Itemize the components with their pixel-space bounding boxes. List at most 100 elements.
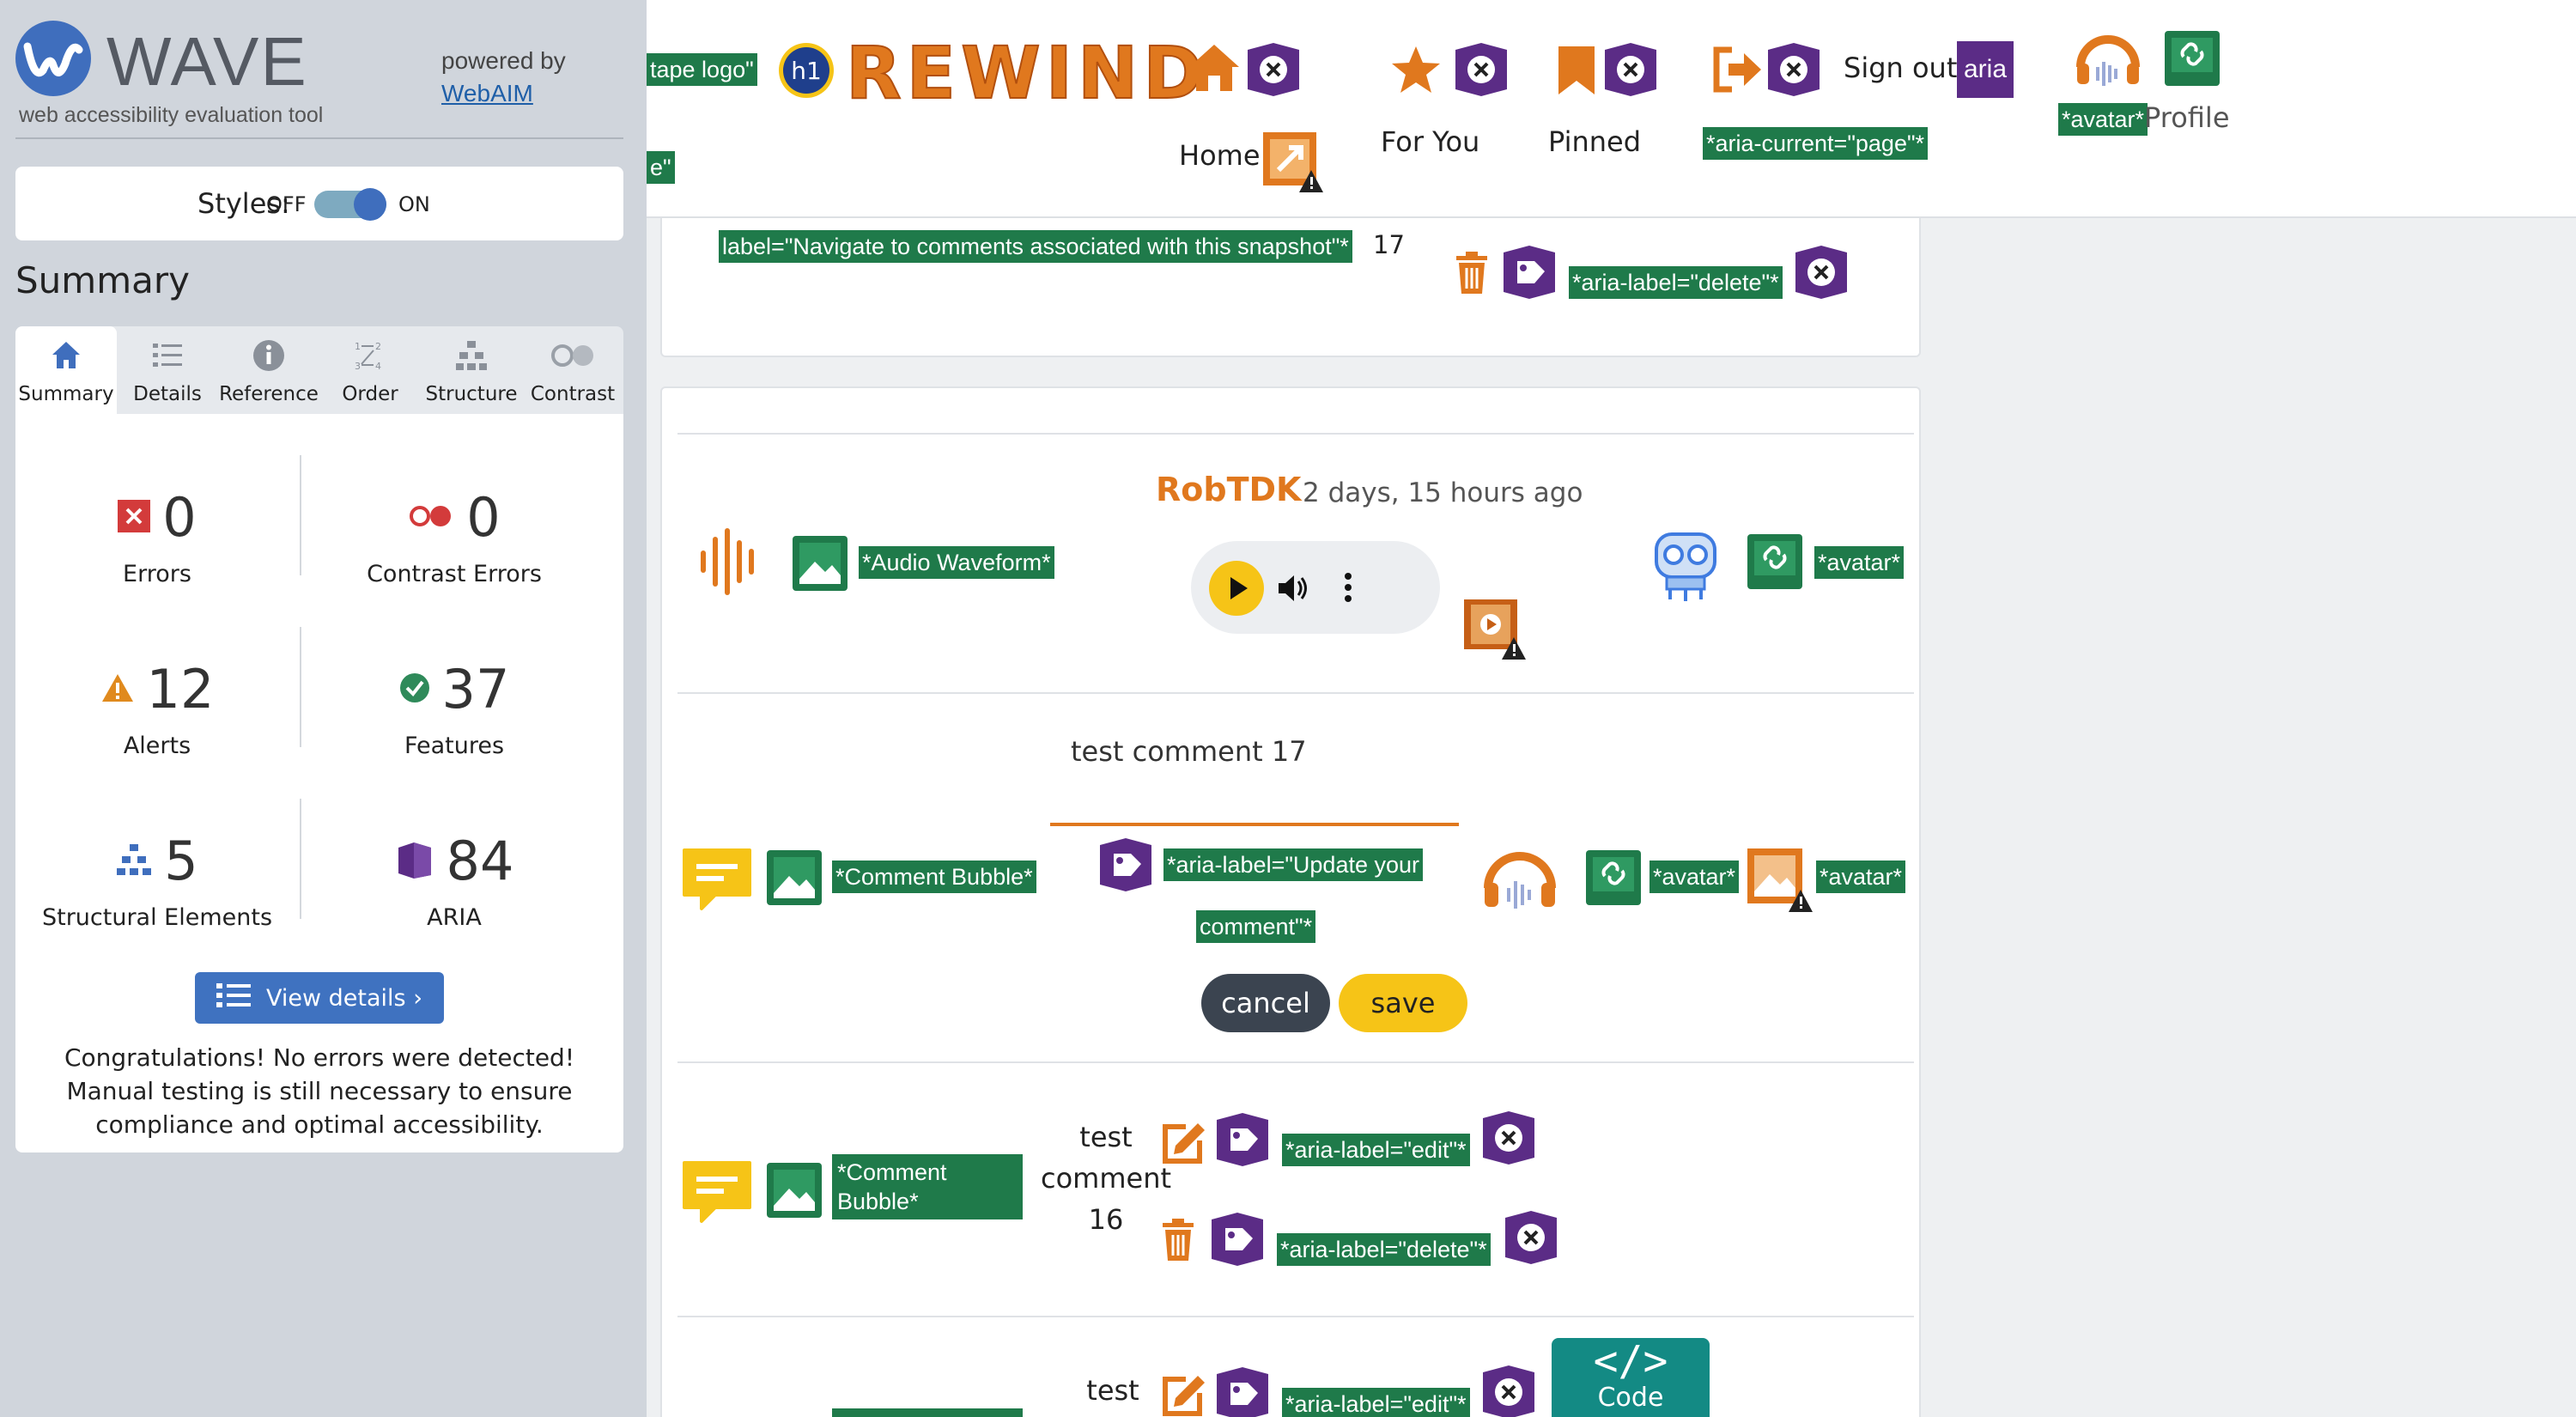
tab-details[interactable]: Details — [117, 326, 218, 414]
more-options-icon[interactable] — [1344, 572, 1352, 606]
structure-icon — [454, 338, 489, 378]
wave-label-aria-current: *aria-current="page"* — [1703, 127, 1929, 160]
brand-logo[interactable]: REWIND — [845, 30, 1208, 116]
code-icon: </> — [1593, 1337, 1668, 1385]
aria-label: ARIA — [427, 904, 482, 931]
errors-count: 0 — [162, 486, 197, 549]
wave-subtitle: web accessibility evaluation tool — [19, 103, 324, 127]
comment-edit-input[interactable] — [1050, 718, 1459, 826]
aria-label-tag-icon — [1213, 1111, 1272, 1171]
styles-toggle[interactable] — [314, 188, 386, 221]
trash-icon[interactable] — [1160, 1218, 1196, 1266]
order-icon: 1 2 3 4 — [353, 338, 387, 378]
alerts-count: 12 — [146, 658, 215, 721]
nav-for-you-label[interactable]: For You — [1381, 125, 1479, 158]
edit-icon[interactable] — [1160, 1372, 1208, 1417]
wave-label-update-comment-1: *aria-label="Update your — [1163, 848, 1424, 881]
aria-count: 84 — [446, 830, 514, 892]
aria-label-tag-icon — [1097, 836, 1155, 897]
stat-divider — [300, 455, 301, 575]
wave-logo-text: WAVE — [106, 23, 308, 100]
tab-label: Details — [133, 383, 202, 405]
save-button[interactable]: save — [1339, 974, 1467, 1032]
trash-icon[interactable] — [1454, 251, 1490, 299]
check-icon — [399, 672, 430, 707]
structural-label: Structural Elements — [41, 904, 273, 931]
contrast-error-icon — [408, 503, 454, 532]
close-icon — [1601, 41, 1660, 101]
bookmark-icon[interactable] — [1557, 45, 1596, 100]
features-label: Features — [404, 733, 505, 759]
list-icon — [150, 338, 185, 378]
nav-profile-label[interactable]: Profile — [2144, 101, 2230, 134]
view-details-label: View details › — [266, 984, 422, 1012]
sign-out-icon[interactable] — [1711, 46, 1763, 96]
edit-icon[interactable] — [1160, 1120, 1208, 1170]
headphones-avatar-icon — [1481, 840, 1558, 917]
comment-count: 17 — [1373, 230, 1405, 259]
divider — [677, 1316, 1914, 1317]
wave-label-tape-logo: tape logo" — [647, 53, 757, 86]
close-icon — [1765, 41, 1823, 101]
view-details-button[interactable]: View details › — [195, 972, 444, 1024]
svg-text:3: 3 — [355, 361, 361, 372]
wave-label-delete: *aria-label="delete"* — [1277, 1233, 1491, 1266]
summary-heading: Summary — [15, 259, 190, 301]
summary-panel: 0 Errors 0 Contrast Errors 12 Alerts 37 … — [15, 414, 623, 1152]
stat-alerts[interactable]: 12 Alerts — [15, 658, 299, 759]
features-count: 37 — [441, 658, 510, 721]
powered-by-text: powered by — [441, 47, 566, 74]
home-icon[interactable] — [1188, 43, 1241, 96]
errors-label: Errors — [123, 561, 191, 587]
wave-label-fragment: e" — [647, 151, 675, 184]
close-icon — [1452, 41, 1510, 101]
image-icon — [767, 850, 822, 909]
cancel-button[interactable]: cancel — [1201, 974, 1330, 1032]
star-icon[interactable] — [1390, 45, 1442, 98]
close-icon — [1244, 41, 1303, 101]
tab-structure[interactable]: Structure — [421, 326, 522, 414]
powered-by: powered by WebAIM — [441, 45, 566, 110]
tab-label: Reference — [219, 383, 319, 405]
stat-aria[interactable]: 84 ARIA — [313, 830, 596, 931]
comment-text: test — [1086, 1374, 1139, 1407]
wave-label-avatar: *avatar* — [1814, 546, 1905, 579]
code-badge: </> Code — [1552, 1338, 1710, 1417]
stat-divider — [300, 799, 301, 919]
app-page: label="Navigate to comments associated w… — [647, 0, 2576, 1417]
play-button[interactable] — [1208, 560, 1265, 620]
divider — [677, 692, 1914, 694]
nav-sign-out-label[interactable]: Sign out — [1844, 52, 1957, 84]
tab-label: Contrast — [530, 383, 616, 405]
stat-contrast-errors[interactable]: 0 Contrast Errors — [313, 486, 596, 587]
contrast-errors-count: 0 — [466, 486, 501, 549]
tab-contrast[interactable]: Contrast — [522, 326, 623, 414]
webaim-link[interactable]: WebAIM — [441, 77, 566, 110]
nav-home-label[interactable]: Home — [1179, 139, 1261, 172]
image-icon — [767, 1163, 822, 1221]
post-username[interactable]: RobTDK — [1156, 471, 1301, 508]
nav-pinned-label[interactable]: Pinned — [1548, 125, 1641, 158]
wave-label-comment-bubble: *Comment Bubble* — [832, 861, 1036, 893]
aria-label-tag-icon — [1208, 1211, 1267, 1271]
close-icon — [1502, 1209, 1560, 1269]
stat-errors[interactable]: 0 Errors — [15, 486, 299, 587]
tab-reference[interactable]: Reference — [218, 326, 319, 414]
code-label: Code — [1597, 1383, 1664, 1413]
wave-label-update-comment-2: comment"* — [1196, 910, 1316, 943]
link-image-icon — [1586, 850, 1641, 909]
audio-player — [1191, 541, 1440, 634]
divider — [677, 1061, 1914, 1063]
wave-label-navigate: label="Navigate to comments associated w… — [719, 230, 1352, 263]
top-navigation: tape logo" e" h1 REWIND Home For You Pin… — [647, 0, 2576, 218]
image-alert-icon — [1746, 847, 1814, 917]
alerts-label: Alerts — [123, 733, 191, 759]
tab-order[interactable]: 1 2 3 4 Order — [319, 326, 421, 414]
toggle-knob[interactable] — [354, 188, 386, 221]
volume-icon[interactable] — [1277, 574, 1308, 606]
tab-summary[interactable]: Summary — [15, 326, 117, 414]
stat-features[interactable]: 37 Features — [313, 658, 596, 759]
stat-structural[interactable]: 5 Structural Elements — [15, 830, 299, 931]
comment-bubble-icon — [681, 1159, 753, 1228]
stat-divider — [300, 627, 301, 747]
